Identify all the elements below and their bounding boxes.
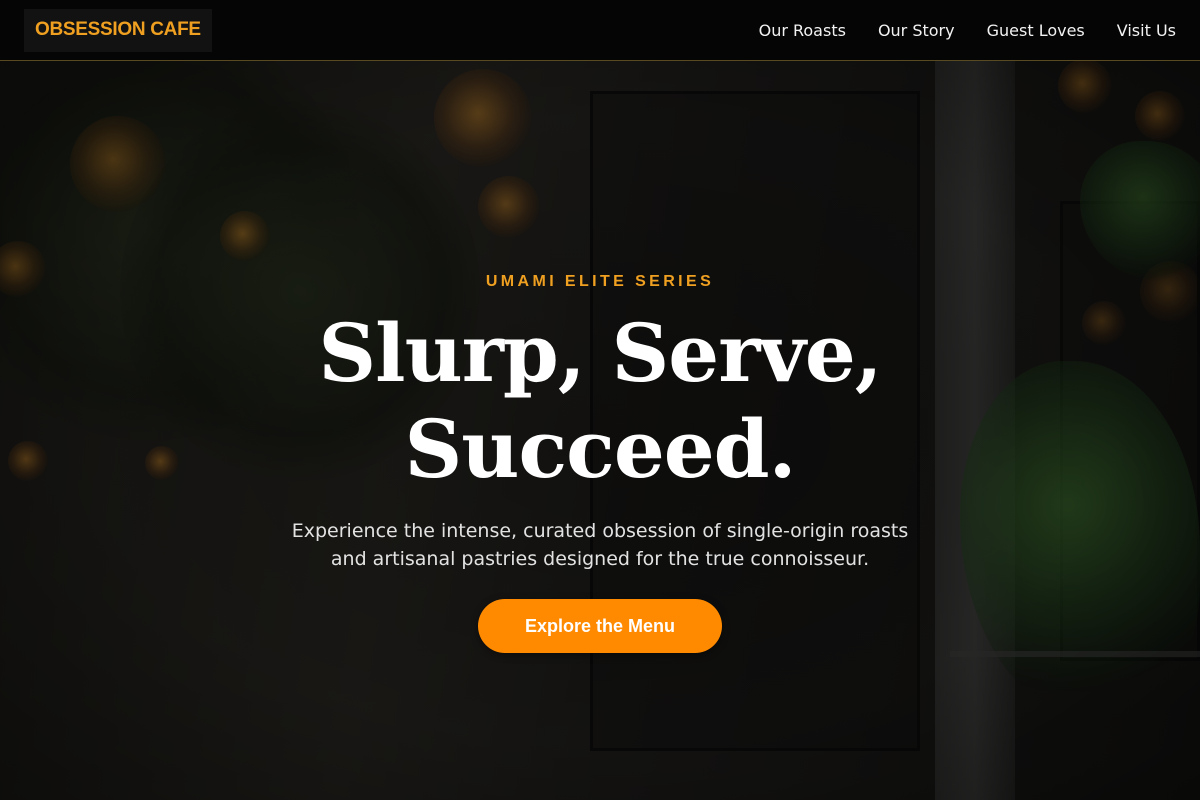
nav-link-our-roasts[interactable]: Our Roasts [759,21,846,40]
hero-subtitle: Experience the intense, curated obsessio… [260,517,940,573]
brand-logo[interactable]: OBSESSION CAFE [24,8,212,52]
hero-subtitle-line1: Experience the intense, curated obsessio… [291,520,909,542]
hero-eyebrow: UMAMI ELITE SERIES [485,273,715,290]
site-header: OBSESSION CAFE Our Roasts Our Story Gues… [0,0,1200,61]
explore-menu-button[interactable]: Explore the Menu [478,599,722,653]
hero-subtitle-line2: and artisanal pastries designed for the … [330,548,870,570]
hero-content: UMAMI ELITE SERIES Slurp, Serve, Succeed… [0,61,1200,800]
main-nav: Our Roasts Our Story Guest Loves Visit U… [759,21,1176,40]
hero-headline-line1: Slurp, Serve, [318,306,882,400]
nav-link-guest-loves[interactable]: Guest Loves [987,21,1085,40]
hero-headline: Slurp, Serve, Succeed. [318,305,882,497]
hero-section: UMAMI ELITE SERIES Slurp, Serve, Succeed… [0,61,1200,800]
brand-name[interactable]: OBSESSION CAFE [35,19,201,41]
nav-link-visit-us[interactable]: Visit Us [1117,21,1176,40]
hero-headline-line2: Succeed. [404,402,797,496]
nav-link-our-story[interactable]: Our Story [878,21,955,40]
